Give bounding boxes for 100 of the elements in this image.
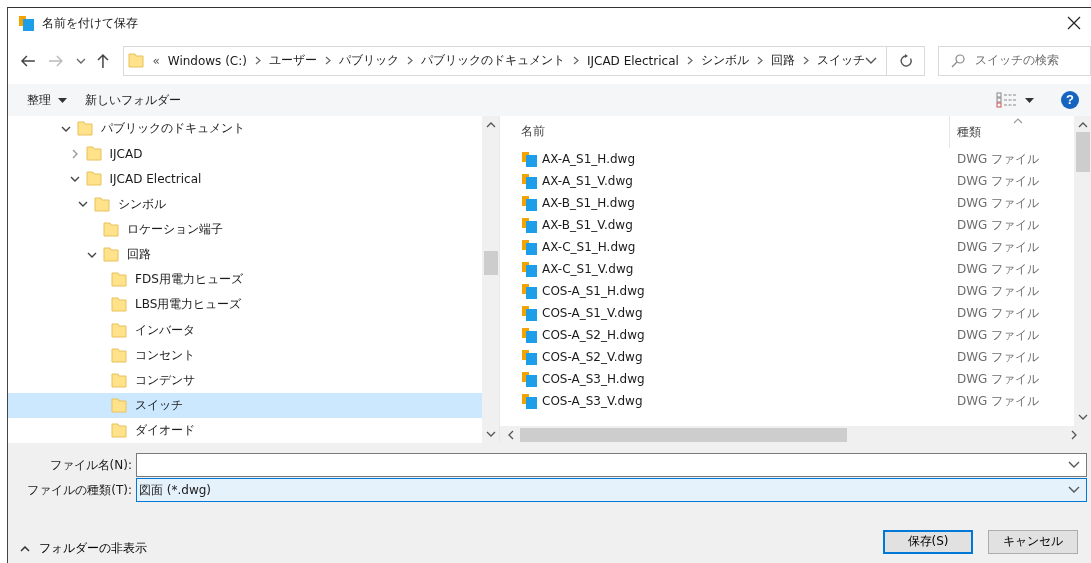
file-name-field[interactable] xyxy=(136,453,1087,477)
address-bar[interactable]: « Windows (C:) ユーザー パブリック パブリックのドキュメント IJCAD Electrical シンボル 回路 スイッチ xyxy=(123,45,887,76)
new-folder-button[interactable]: 新しいフォルダー xyxy=(76,88,190,112)
tree-item[interactable]: インバータ xyxy=(8,317,482,343)
tree-item[interactable]: ロケーション端子 xyxy=(8,216,482,242)
scroll-up-icon[interactable] xyxy=(485,122,496,128)
up-arrow-icon[interactable] xyxy=(95,52,110,69)
file-type-text: DWG ファイル xyxy=(956,172,1040,190)
field-label: ファイル名(N): xyxy=(48,456,132,474)
tree-item[interactable]: シンボル xyxy=(8,191,482,217)
cancel-button[interactable]: キャンセル xyxy=(988,529,1078,554)
scrollbar[interactable] xyxy=(482,116,499,443)
file-type-text: DWG ファイル xyxy=(956,216,1040,234)
file-name-item[interactable]: AX-C_S1_H.dwg xyxy=(514,238,950,256)
close-icon[interactable] xyxy=(1067,16,1081,30)
file-name-item[interactable]: AX-B_S1_H.dwg xyxy=(514,194,950,212)
breadcrumb-separator-icon xyxy=(254,56,261,65)
column-header[interactable]: 名前 xyxy=(514,116,950,148)
dropdown-chevron-icon xyxy=(1068,461,1080,469)
refresh-icon xyxy=(898,53,913,68)
tree-item[interactable]: IJCAD xyxy=(8,141,482,167)
breadcrumb-item[interactable]: 回路 xyxy=(770,52,795,69)
search-field[interactable]: スイッチの検索 xyxy=(938,45,1091,76)
save-button[interactable]: 保存(S) xyxy=(883,529,973,554)
file-name-item[interactable]: AX-A_S1_H.dwg xyxy=(514,150,950,168)
window-title: 名前を付けて保存 xyxy=(42,14,139,32)
organize-menu-button[interactable]: 整理 xyxy=(18,88,76,112)
scrollbar-thumb[interactable] xyxy=(520,427,847,442)
file-name-item[interactable]: COS-A_S1_H.dwg xyxy=(514,282,950,300)
drawing-file-icon xyxy=(521,194,537,212)
chevron-up-icon xyxy=(20,545,30,552)
breadcrumb-item[interactable]: シンボル xyxy=(700,52,749,69)
tree-item[interactable]: FDS用電力ヒューズ xyxy=(8,267,482,293)
file-type-text: DWG ファイル xyxy=(956,260,1040,278)
breadcrumb-separator-icon xyxy=(406,56,413,65)
folder-icon xyxy=(128,52,145,69)
breadcrumb-item[interactable]: パブリック xyxy=(338,52,399,69)
sort-ascending-icon xyxy=(1013,118,1023,124)
file-name-item[interactable]: COS-A_S2_V.dwg xyxy=(514,348,950,366)
tree-item[interactable]: コンセント xyxy=(8,342,482,368)
recent-locations-chevron-icon[interactable] xyxy=(75,56,86,65)
breadcrumb-separator-icon xyxy=(756,56,763,65)
breadcrumb-item[interactable]: スイッチ xyxy=(816,52,865,69)
folder-icon xyxy=(111,296,127,314)
tree-item[interactable]: LBS用電力ヒューズ xyxy=(8,292,482,318)
drawing-file-icon xyxy=(521,150,537,168)
caret-icon xyxy=(1025,97,1034,103)
scroll-right-icon[interactable] xyxy=(1071,429,1077,440)
file-name-item[interactable]: AX-C_S1_V.dwg xyxy=(514,260,950,278)
scrollbar-thumb[interactable] xyxy=(483,251,498,275)
scroll-left-icon[interactable] xyxy=(508,429,514,440)
file-type-dropdown[interactable]: 図面 (*.dwg) xyxy=(136,478,1087,502)
tree-item[interactable]: パブリックのドキュメント xyxy=(8,116,482,142)
file-name-item[interactable]: COS-A_S3_V.dwg xyxy=(514,392,950,410)
tree-item[interactable]: ダイオード xyxy=(8,418,482,444)
tree-item[interactable]: コンデンサ xyxy=(8,367,482,394)
drawing-file-icon xyxy=(521,172,537,190)
file-type-text: DWG ファイル xyxy=(956,238,1040,256)
search-icon xyxy=(951,53,966,68)
file-name-item[interactable]: COS-A_S3_H.dwg xyxy=(514,370,950,388)
folder-icon xyxy=(111,346,127,364)
folder-icon xyxy=(94,195,110,213)
drawing-file-icon xyxy=(521,304,537,322)
column-header[interactable]: 種類 xyxy=(950,123,981,141)
details-view-icon xyxy=(996,92,1018,108)
dropdown-chevron-icon[interactable] xyxy=(864,56,877,65)
drawing-file-icon xyxy=(521,282,537,300)
file-type-text: DWG ファイル xyxy=(956,370,1040,388)
file-type-text: DWG ファイル xyxy=(956,150,1040,168)
breadcrumb-item[interactable]: Windows (C:) xyxy=(167,53,247,68)
tree-item[interactable]: スイッチ xyxy=(8,393,482,419)
back-arrow-icon[interactable] xyxy=(20,53,36,68)
file-name-item[interactable]: COS-A_S2_H.dwg xyxy=(514,326,950,344)
help-button[interactable]: ? xyxy=(1061,91,1079,109)
scroll-down-icon[interactable] xyxy=(1077,414,1088,420)
dropdown-chevron-icon xyxy=(1068,486,1080,494)
scrollbar-thumb[interactable] xyxy=(1075,132,1090,172)
scrollbar[interactable] xyxy=(1074,116,1091,426)
hide-folders-button[interactable]: フォルダーの非表示 xyxy=(20,540,147,557)
file-name-item[interactable]: COS-A_S1_V.dwg xyxy=(514,304,950,322)
breadcrumb-item[interactable]: パブリックのドキュメント xyxy=(420,52,565,69)
folder-icon xyxy=(102,220,119,238)
scroll-up-icon[interactable] xyxy=(1077,122,1088,128)
scrollbar[interactable] xyxy=(500,426,1091,443)
scroll-down-icon[interactable] xyxy=(485,431,496,437)
refresh-button[interactable] xyxy=(886,45,926,76)
folder-icon xyxy=(111,271,127,289)
breadcrumb-overflow[interactable]: « xyxy=(152,53,160,68)
drawing-file-icon xyxy=(521,392,537,410)
file-type-text: DWG ファイル xyxy=(956,392,1040,410)
tree-item[interactable]: IJCAD Electrical xyxy=(8,166,482,192)
breadcrumb-item[interactable]: ユーザー xyxy=(268,52,317,69)
folder-icon xyxy=(111,397,127,415)
file-name-item[interactable]: AX-A_S1_V.dwg xyxy=(514,172,950,190)
breadcrumb-item[interactable]: IJCAD Electrical xyxy=(586,53,679,68)
drawing-file-icon xyxy=(521,238,537,256)
breadcrumb-separator-icon xyxy=(324,56,331,65)
breadcrumb-separator-icon xyxy=(686,56,693,65)
file-name-item[interactable]: AX-B_S1_V.dwg xyxy=(514,216,950,234)
tree-item[interactable]: 回路 xyxy=(8,241,482,268)
